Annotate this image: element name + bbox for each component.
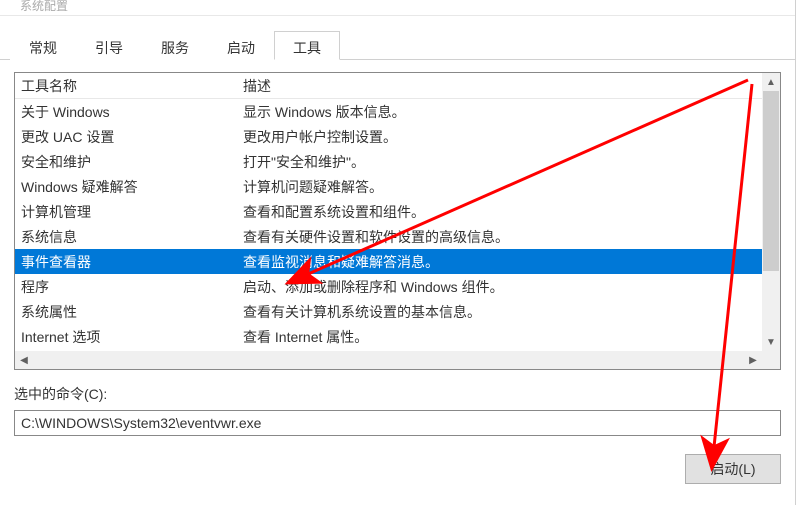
- tab-services[interactable]: 服务: [142, 31, 208, 60]
- cell-desc: 启动、添加或删除程序和 Windows 组件。: [243, 277, 780, 297]
- scroll-left-icon[interactable]: ◀: [15, 351, 33, 369]
- cell-desc: 查看有关硬件设置和软件设置的高级信息。: [243, 227, 780, 247]
- table-row[interactable]: 系统信息 查看有关硬件设置和软件设置的高级信息。: [15, 224, 780, 249]
- cell-name: Windows 疑难解答: [21, 177, 243, 197]
- table-row[interactable]: 系统属性 查看有关计算机系统设置的基本信息。: [15, 299, 780, 324]
- table-row[interactable]: 关于 Windows 显示 Windows 版本信息。: [15, 99, 780, 124]
- window-title: 系统配置: [20, 0, 68, 13]
- button-row: 启动(L): [14, 454, 781, 484]
- scroll-track[interactable]: [762, 271, 780, 333]
- cell-name: 事件查看器: [21, 252, 243, 272]
- tab-strip: 常规 引导 服务 启动 工具: [0, 16, 795, 60]
- header-desc[interactable]: 描述: [243, 76, 780, 96]
- table-header: 工具名称 描述: [15, 73, 780, 99]
- tools-table: 工具名称 描述 关于 Windows 显示 Windows 版本信息。 更改 U…: [14, 72, 781, 370]
- table-row[interactable]: 事件查看器 查看监视消息和疑难解答消息。: [15, 249, 780, 274]
- tab-general[interactable]: 常规: [10, 31, 76, 60]
- cell-desc: 显示 Windows 版本信息。: [243, 102, 780, 122]
- cell-name: 系统属性: [21, 302, 243, 322]
- cell-desc: 查看和配置系统设置和组件。: [243, 202, 780, 222]
- scroll-corner: [762, 351, 780, 369]
- cell-desc: 计算机问题疑难解答。: [243, 177, 780, 197]
- vertical-scrollbar[interactable]: ▲ ▼: [762, 73, 780, 351]
- launch-button[interactable]: 启动(L): [685, 454, 781, 484]
- table-row[interactable]: 安全和维护 打开"安全和维护"。: [15, 149, 780, 174]
- cell-desc: 更改用户帐户控制设置。: [243, 127, 780, 147]
- cell-name: 安全和维护: [21, 152, 243, 172]
- scroll-up-icon[interactable]: ▲: [762, 73, 780, 91]
- table-row[interactable]: 更改 UAC 设置 更改用户帐户控制设置。: [15, 124, 780, 149]
- horizontal-scrollbar[interactable]: ◀ ▶: [15, 351, 762, 369]
- cell-name: 程序: [21, 277, 243, 297]
- table-row[interactable]: Internet 选项 查看 Internet 属性。: [15, 324, 780, 349]
- cell-desc: 打开"安全和维护"。: [243, 152, 780, 172]
- scroll-right-icon[interactable]: ▶: [744, 351, 762, 369]
- scroll-down-icon[interactable]: ▼: [762, 333, 780, 351]
- command-input[interactable]: [14, 410, 781, 436]
- table-body: 关于 Windows 显示 Windows 版本信息。 更改 UAC 设置 更改…: [15, 99, 780, 351]
- table-row[interactable]: 计算机管理 查看和配置系统设置和组件。: [15, 199, 780, 224]
- content-area: 工具名称 描述 关于 Windows 显示 Windows 版本信息。 更改 U…: [0, 60, 795, 484]
- tab-startup[interactable]: 启动: [208, 31, 274, 60]
- cell-desc: 查看 Internet 属性。: [243, 327, 780, 347]
- header-name[interactable]: 工具名称: [21, 76, 243, 96]
- scroll-thumb[interactable]: [763, 91, 779, 271]
- titlebar: 系统配置: [0, 0, 795, 16]
- msconfig-window: 系统配置 常规 引导 服务 启动 工具 工具名称 描述 关于 Windows 显…: [0, 0, 796, 505]
- cell-name: 关于 Windows: [21, 102, 243, 122]
- table-row[interactable]: Windows 疑难解答 计算机问题疑难解答。: [15, 174, 780, 199]
- cell-desc: 查看监视消息和疑难解答消息。: [243, 252, 780, 272]
- cell-name: 更改 UAC 设置: [21, 127, 243, 147]
- cell-desc: 查看有关计算机系统设置的基本信息。: [243, 302, 780, 322]
- table-row[interactable]: 程序 启动、添加或删除程序和 Windows 组件。: [15, 274, 780, 299]
- cell-name: 计算机管理: [21, 202, 243, 222]
- cell-name: Internet 选项: [21, 327, 243, 347]
- tab-tools[interactable]: 工具: [274, 31, 340, 60]
- tab-boot[interactable]: 引导: [76, 31, 142, 60]
- cell-name: 系统信息: [21, 227, 243, 247]
- command-label: 选中的命令(C):: [14, 384, 781, 404]
